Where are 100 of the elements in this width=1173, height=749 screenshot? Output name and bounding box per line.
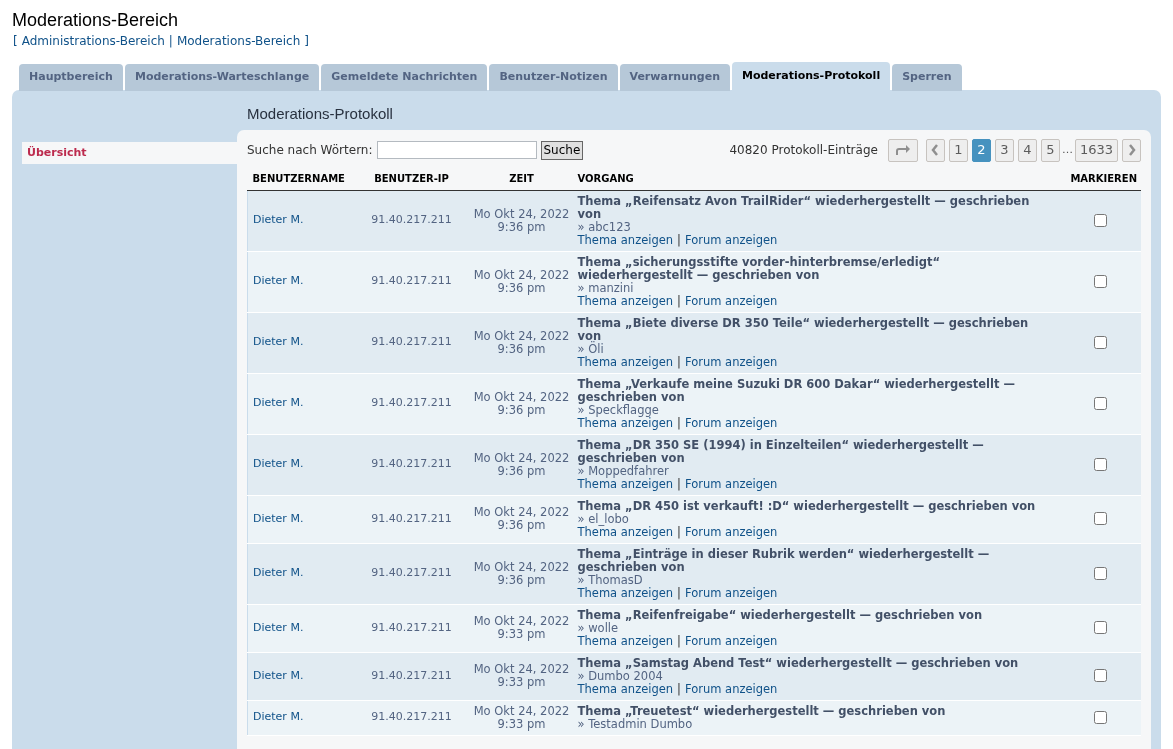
tab[interactable]: Moderations-Protokoll bbox=[731, 62, 891, 91]
username-link[interactable]: Dieter M. bbox=[253, 511, 304, 525]
column-header: VORGANG bbox=[577, 173, 634, 185]
jump-button[interactable] bbox=[887, 138, 918, 162]
view-link[interactable]: Forum anzeigen bbox=[685, 233, 778, 247]
view-link[interactable]: Thema anzeigen bbox=[577, 294, 674, 308]
checkbox[interactable] bbox=[1094, 274, 1107, 288]
username-link[interactable]: Dieter M. bbox=[253, 274, 304, 288]
username-link[interactable]: Dieter M. bbox=[253, 457, 304, 471]
search-button[interactable]: Suche bbox=[540, 140, 584, 160]
author-name: » Speckflagge bbox=[577, 403, 659, 417]
view-link[interactable]: Thema anzeigen bbox=[577, 477, 674, 491]
view-link[interactable]: Thema anzeigen bbox=[577, 525, 674, 539]
checkbox[interactable] bbox=[1094, 669, 1107, 683]
page-button[interactable]: 4 bbox=[1017, 138, 1037, 162]
previous-page-button[interactable] bbox=[925, 138, 945, 162]
log-action: Thema „Reifenfreigabe“ wiederhergestellt — geschrieben von bbox=[577, 608, 984, 622]
timestamp: Mo Okt 24, 2022 9:36 pm bbox=[472, 207, 571, 234]
page-button[interactable]: 3 bbox=[994, 138, 1014, 162]
checkbox[interactable] bbox=[1094, 335, 1107, 349]
checkbox[interactable] bbox=[1094, 621, 1107, 635]
page-button[interactable]: 1 bbox=[948, 138, 968, 162]
author-name: » manzini bbox=[577, 281, 634, 295]
separator: | bbox=[677, 586, 681, 600]
redirect-arrow-icon bbox=[894, 144, 911, 156]
view-link[interactable]: Thema anzeigen bbox=[577, 355, 674, 369]
username-link[interactable]: Dieter M. bbox=[253, 620, 304, 634]
author-name: » abc123 bbox=[577, 220, 632, 234]
timestamp: Mo Okt 24, 2022 9:36 pm bbox=[472, 268, 571, 295]
separator: | bbox=[677, 477, 681, 491]
checkbox[interactable] bbox=[1094, 710, 1107, 724]
view-link[interactable]: Forum anzeigen bbox=[685, 416, 778, 430]
view-link[interactable]: Thema anzeigen bbox=[577, 416, 674, 430]
bracket: ] bbox=[304, 33, 309, 50]
table-cell: 91.40.217.211 bbox=[371, 335, 452, 349]
timestamp: Mo Okt 24, 2022 9:36 pm bbox=[472, 451, 571, 478]
table-cell: 91.40.217.211 bbox=[371, 457, 452, 471]
checkbox[interactable] bbox=[1094, 396, 1107, 410]
table-cell: 91.40.217.211 bbox=[371, 511, 452, 525]
log-action: Thema „Reifensatz Avon TrailRider“ wiederhergestellt — geschrieben von bbox=[577, 194, 1031, 221]
column-header: ZEIT bbox=[509, 173, 534, 185]
timestamp: Mo Okt 24, 2022 9:33 pm bbox=[472, 704, 571, 731]
log-action: Thema „Treuetest“ wiederhergestellt — geschrieben von bbox=[577, 704, 947, 718]
separator: | bbox=[677, 525, 681, 539]
breadcrumb-link[interactable]: Administrations-Bereich bbox=[21, 32, 165, 50]
view-link[interactable]: Forum anzeigen bbox=[685, 294, 778, 308]
column-header: MARKIEREN bbox=[1070, 173, 1137, 185]
search-field[interactable] bbox=[376, 141, 537, 159]
checkbox[interactable] bbox=[1094, 566, 1107, 580]
author-name: » Öli bbox=[577, 342, 605, 356]
username-link[interactable]: Dieter M. bbox=[253, 396, 304, 410]
checkbox[interactable] bbox=[1094, 512, 1107, 526]
page-title: Moderations-Bereich bbox=[12, 9, 180, 32]
log-action: Thema „DR 450 ist verkauft! :D“ wiederhergestellt — geschrieben von bbox=[577, 499, 1037, 513]
author-name: » el_lobo bbox=[577, 512, 629, 526]
separator: | bbox=[168, 33, 173, 50]
section-heading: Moderations-Protokoll bbox=[246, 104, 394, 124]
view-link[interactable]: Thema anzeigen bbox=[577, 586, 674, 600]
table-cell: 91.40.217.211 bbox=[371, 213, 452, 227]
sidebar-item[interactable]: Übersicht bbox=[22, 142, 237, 164]
next-page-button[interactable] bbox=[1122, 138, 1141, 162]
view-link[interactable]: Forum anzeigen bbox=[685, 682, 778, 696]
view-link[interactable]: Forum anzeigen bbox=[685, 586, 778, 600]
log-action: Thema „Verkaufe meine Suzuki DR 600 Dakar“ wiederhergestellt — geschrieben von bbox=[577, 377, 1016, 404]
timestamp: Mo Okt 24, 2022 9:36 pm bbox=[472, 560, 571, 587]
table-cell: 91.40.217.211 bbox=[371, 396, 452, 410]
table-cell: 91.40.217.211 bbox=[371, 274, 452, 288]
view-link[interactable]: Thema anzeigen bbox=[577, 233, 674, 247]
username-link[interactable]: Dieter M. bbox=[253, 566, 304, 580]
timestamp: Mo Okt 24, 2022 9:36 pm bbox=[472, 506, 571, 532]
table-cell: 91.40.217.211 bbox=[371, 620, 452, 634]
checkbox[interactable] bbox=[1094, 457, 1107, 471]
view-link[interactable]: Forum anzeigen bbox=[685, 355, 778, 369]
view-link[interactable]: Forum anzeigen bbox=[685, 477, 778, 491]
separator: | bbox=[677, 355, 681, 369]
separator: | bbox=[677, 416, 681, 430]
column-header: BENUTZERNAME bbox=[252, 173, 345, 185]
author-name: » wolle bbox=[577, 621, 620, 635]
log-action: Thema „Samstag Abend Test“ wiederhergestellt — geschrieben von bbox=[577, 656, 1020, 670]
username-link[interactable]: Dieter M. bbox=[253, 668, 304, 682]
chevron-right-icon bbox=[1127, 144, 1136, 156]
timestamp: Mo Okt 24, 2022 9:33 pm bbox=[472, 663, 571, 689]
view-link[interactable]: Forum anzeigen bbox=[685, 525, 778, 539]
view-link[interactable]: Thema anzeigen bbox=[577, 634, 674, 648]
page-button[interactable]: 5 bbox=[1040, 138, 1060, 162]
view-link[interactable]: Thema anzeigen bbox=[577, 682, 674, 696]
log-action: Thema „DR 350 SE (1994) in Einzelteilen“ wiederhergestellt — geschrieben von bbox=[577, 438, 985, 465]
table-cell: 91.40.217.211 bbox=[371, 710, 452, 724]
column-header: BENUTZER-IP bbox=[374, 173, 449, 185]
timestamp: Mo Okt 24, 2022 9:33 pm bbox=[472, 615, 571, 641]
timestamp: Mo Okt 24, 2022 9:36 pm bbox=[472, 329, 571, 356]
username-link[interactable]: Dieter M. bbox=[253, 710, 304, 724]
chevron-left-icon bbox=[931, 144, 940, 156]
view-link[interactable]: Forum anzeigen bbox=[685, 634, 778, 648]
username-link[interactable]: Dieter M. bbox=[253, 213, 304, 227]
breadcrumb-link[interactable]: Moderations-Bereich bbox=[176, 32, 301, 50]
checkbox[interactable] bbox=[1094, 213, 1107, 227]
page-button[interactable]: 1633 bbox=[1074, 138, 1118, 162]
username-link[interactable]: Dieter M. bbox=[253, 335, 304, 349]
author-name: » Moppedfahrer bbox=[577, 464, 670, 478]
